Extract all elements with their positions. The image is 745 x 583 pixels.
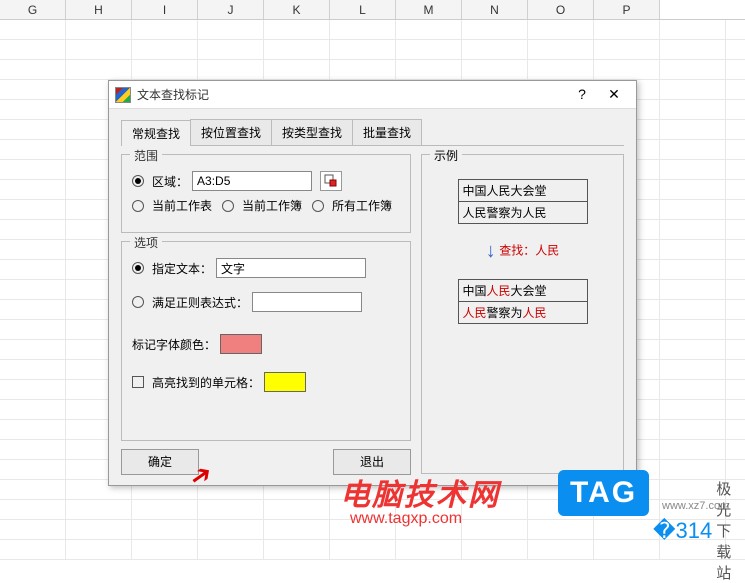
example-row: 中国人民大会堂 bbox=[459, 180, 587, 202]
col-hdr[interactable]: M bbox=[396, 0, 462, 19]
regex-input[interactable] bbox=[252, 292, 362, 312]
example-after: 中国人民大会堂人民警察为人民 bbox=[458, 279, 588, 324]
download-icon: �314 bbox=[653, 518, 712, 544]
example-group: 示例 中国人民大会堂 人民警察为人民 ↓ 查找：人民 中国人民大会堂人民警察为人… bbox=[421, 154, 624, 474]
close-button[interactable]: ✕ bbox=[598, 84, 630, 106]
titlebar: 文本查找标记 ? ✕ bbox=[109, 81, 636, 109]
find-mark-dialog: 文本查找标记 ? ✕ 常规查找 按位置查找 按类型查找 批量查找 范围 区域： bbox=[108, 80, 637, 486]
spec-text-label: 指定文本： bbox=[152, 260, 212, 277]
current-sheet-label: 当前工作表 bbox=[152, 197, 212, 214]
col-hdr[interactable]: O bbox=[528, 0, 594, 19]
regex-label: 满足正则表达式： bbox=[152, 294, 248, 311]
radio-all-books[interactable] bbox=[312, 200, 324, 212]
col-hdr[interactable]: P bbox=[594, 0, 660, 19]
radio-current-sheet[interactable] bbox=[132, 200, 144, 212]
mark-color-picker[interactable] bbox=[220, 334, 262, 354]
range-picker-icon bbox=[324, 174, 338, 188]
example-row: 中国人民大会堂 bbox=[459, 280, 587, 302]
example-before: 中国人民大会堂 人民警察为人民 bbox=[458, 179, 588, 224]
options-legend: 选项 bbox=[130, 234, 162, 251]
tab-batch[interactable]: 批量查找 bbox=[352, 119, 422, 145]
watermark-text-1: 电脑技术网 bbox=[340, 470, 500, 514]
col-hdr[interactable]: K bbox=[264, 0, 330, 19]
options-group: 选项 指定文本： 满足正则表达式： 标记字体颜色： 高亮找到的 bbox=[121, 241, 411, 441]
all-books-label: 所有工作簿 bbox=[332, 197, 392, 214]
highlight-label: 高亮找到的单元格： bbox=[152, 374, 260, 391]
col-hdr[interactable]: L bbox=[330, 0, 396, 19]
arrow-down-icon: ↓ bbox=[486, 240, 496, 262]
col-hdr[interactable]: J bbox=[198, 0, 264, 19]
example-row: 人民警察为人民 bbox=[459, 302, 587, 323]
tab-type[interactable]: 按类型查找 bbox=[271, 119, 353, 145]
app-icon bbox=[115, 87, 131, 103]
watermark-url-1: www.tagxp.com bbox=[350, 510, 462, 528]
col-hdr[interactable]: I bbox=[132, 0, 198, 19]
range-group: 范围 区域： 当前工作表 当前工作簿 bbox=[121, 154, 411, 233]
example-row: 人民警察为人民 bbox=[459, 202, 587, 223]
example-legend: 示例 bbox=[430, 147, 462, 164]
col-hdr[interactable]: G bbox=[0, 0, 66, 19]
region-input[interactable] bbox=[192, 171, 312, 191]
tabs: 常规查找 按位置查找 按类型查找 批量查找 bbox=[121, 119, 624, 146]
radio-current-book[interactable] bbox=[222, 200, 234, 212]
radio-spec-text[interactable] bbox=[132, 262, 144, 274]
highlight-color-picker[interactable] bbox=[264, 372, 306, 392]
col-hdr[interactable]: H bbox=[66, 0, 132, 19]
watermark-url-2: www.xz7.com bbox=[662, 500, 729, 512]
checkbox-highlight[interactable] bbox=[132, 376, 144, 388]
help-button[interactable]: ? bbox=[566, 84, 598, 106]
region-label: 区域： bbox=[152, 173, 188, 190]
range-legend: 范围 bbox=[130, 147, 162, 164]
tab-position[interactable]: 按位置查找 bbox=[190, 119, 272, 145]
tab-normal[interactable]: 常规查找 bbox=[121, 120, 191, 146]
example-arrow: ↓ 查找：人民 bbox=[432, 240, 613, 263]
current-book-label: 当前工作簿 bbox=[242, 197, 302, 214]
mark-color-label: 标记字体颜色： bbox=[132, 336, 216, 353]
watermark-text-2: �314 极光下载站 bbox=[653, 478, 745, 583]
radio-regex[interactable] bbox=[132, 296, 144, 308]
column-headers: G H I J K L M N O P bbox=[0, 0, 745, 20]
spec-text-input[interactable] bbox=[216, 258, 366, 278]
radio-region[interactable] bbox=[132, 175, 144, 187]
range-picker-button[interactable] bbox=[320, 171, 342, 191]
col-hdr[interactable]: N bbox=[462, 0, 528, 19]
tag-badge: TAG bbox=[558, 470, 649, 516]
find-label: 查找：人民 bbox=[499, 244, 559, 258]
dialog-title: 文本查找标记 bbox=[137, 86, 566, 103]
